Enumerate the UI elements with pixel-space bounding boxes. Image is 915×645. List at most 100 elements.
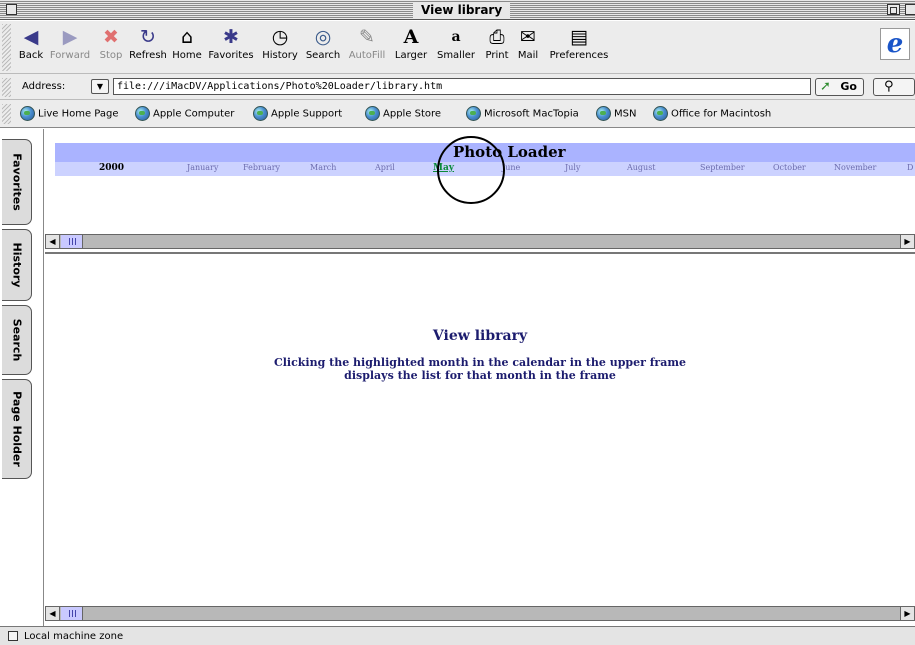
history-icon: ◷ [271, 26, 289, 48]
scroll-left-arrow-icon[interactable]: ◀ [46, 607, 60, 620]
mail-button[interactable]: ✉ Mail [515, 26, 541, 61]
globe-icon [253, 106, 268, 121]
upper-horizontal-scrollbar[interactable]: ◀ ▶ [45, 234, 915, 249]
button-toolbar: ◀ Back ▶ Forward ✖ Stop ↻ Refresh ⌂ Home… [0, 21, 915, 74]
window-title: View library [413, 2, 511, 18]
status-bar: Local machine zone [0, 626, 915, 645]
close-box[interactable] [6, 4, 17, 15]
favorite-link[interactable]: MSN [596, 106, 636, 121]
chevron-down-icon: ▼ [96, 82, 104, 91]
month-december-partial: D [907, 163, 914, 172]
favorite-link[interactable]: Microsoft MacTopia [466, 106, 579, 121]
favorite-link[interactable]: Apple Computer [135, 106, 234, 121]
lower-horizontal-scrollbar[interactable]: ◀ ▶ [45, 606, 915, 621]
internet-explorer-logo-icon[interactable]: e [880, 28, 910, 60]
scroll-left-arrow-icon[interactable]: ◀ [46, 235, 60, 248]
browser-chrome: ◀ Back ▶ Forward ✖ Stop ↻ Refresh ⌂ Home… [0, 21, 915, 128]
search-button[interactable]: ◎ Search [303, 26, 343, 61]
go-label: Go [840, 80, 857, 93]
highlight-circle [437, 136, 505, 204]
month-july: July [565, 163, 581, 172]
smaller-label: Smaller [436, 50, 476, 61]
preferences-button[interactable]: ▤ Preferences [546, 26, 612, 61]
month-october: October [773, 163, 806, 172]
scroll-right-arrow-icon[interactable]: ▶ [900, 235, 914, 248]
month-august: August [627, 163, 656, 172]
favorites-button[interactable]: ✱ Favorites [205, 26, 257, 61]
status-zone-text: Local machine zone [24, 631, 124, 642]
scroll-right-arrow-icon[interactable]: ▶ [900, 607, 914, 620]
magnifier-icon: ⚲ [884, 79, 894, 94]
refresh-label: Refresh [129, 50, 167, 61]
content-frame: View library Clicking the highlighted mo… [45, 252, 915, 626]
history-label: History [262, 50, 298, 61]
larger-button[interactable]: A Larger [391, 26, 431, 61]
month-april: April [375, 163, 395, 172]
content-heading: View library [432, 328, 528, 344]
favorite-label: Live Home Page [38, 108, 119, 120]
smaller-button[interactable]: a Smaller [434, 26, 478, 61]
favorite-link[interactable]: Apple Store [365, 106, 441, 121]
favorites-bar: Live Home Page Apple Computer Apple Supp… [0, 101, 915, 127]
month-february: February [243, 163, 281, 172]
mail-icon: ✉ [520, 26, 536, 48]
tab-history-label: History [10, 242, 23, 288]
tab-search-label: Search [10, 318, 23, 362]
print-label: Print [485, 50, 509, 61]
stop-icon: ✖ [103, 26, 119, 48]
month-november: November [834, 163, 877, 172]
back-label: Back [18, 50, 44, 61]
month-january: January [187, 163, 219, 172]
globe-icon [596, 106, 611, 121]
stop-button[interactable]: ✖ Stop [96, 26, 126, 61]
larger-text-icon: A [403, 26, 419, 48]
scroll-thumb[interactable] [61, 607, 83, 620]
autofill-icon: ✎ [359, 26, 375, 48]
collapse-box[interactable] [905, 4, 915, 15]
tab-favorites[interactable]: Favorites [2, 139, 32, 225]
forward-arrow-icon: ▶ [62, 26, 78, 48]
print-button[interactable]: ⎙ Print [481, 26, 513, 61]
preferences-icon: ▤ [570, 26, 588, 48]
back-button[interactable]: ◀ Back [16, 26, 46, 61]
scroll-thumb[interactable] [61, 235, 83, 248]
forward-label: Forward [49, 50, 91, 61]
forward-button[interactable]: ▶ Forward [49, 26, 91, 61]
history-button[interactable]: ◷ History [260, 26, 300, 61]
favorite-link[interactable]: Apple Support [253, 106, 342, 121]
address-bar: Address: ▼ file:///iMacDV/Applications/P… [0, 75, 915, 100]
home-label: Home [172, 50, 202, 61]
address-grip[interactable] [2, 78, 11, 97]
favorite-label: MSN [614, 108, 637, 120]
preferences-label: Preferences [549, 50, 609, 61]
tab-history[interactable]: History [2, 229, 32, 301]
larger-label: Larger [394, 50, 428, 61]
tab-search[interactable]: Search [2, 305, 32, 375]
favorite-label: Microsoft MacTopia [484, 108, 579, 120]
year-label: 2000 [99, 163, 125, 173]
address-input[interactable]: file:///iMacDV/Applications/Photo%20Load… [113, 78, 811, 95]
refresh-button[interactable]: ↻ Refresh [128, 26, 168, 61]
favorite-link[interactable]: Office for Macintosh [653, 106, 771, 121]
toolbar-grip[interactable] [2, 24, 11, 71]
title-bar: View library [0, 0, 915, 20]
favorite-label: Apple Support [271, 108, 343, 120]
globe-icon [653, 106, 668, 121]
favorites-grip[interactable] [2, 104, 11, 124]
tab-page-holder[interactable]: Page Holder [2, 379, 32, 479]
autofill-label: AutoFill [348, 50, 386, 61]
tab-page-holder-label: Page Holder [10, 391, 23, 467]
favorite-label: Office for Macintosh [671, 108, 772, 120]
search-options-button[interactable]: ⚲ [873, 78, 915, 96]
content-description: Clicking the highlighted month in the ca… [45, 356, 915, 382]
address-dropdown-button[interactable]: ▼ [91, 79, 109, 94]
search-label: Search [305, 50, 341, 61]
month-september: September [700, 163, 745, 172]
globe-icon [466, 106, 481, 121]
explorer-bar: Favorites History Search Page Holder [0, 129, 44, 626]
go-button[interactable]: ➚ Go [815, 78, 864, 96]
autofill-button[interactable]: ✎ AutoFill [346, 26, 388, 61]
zoom-box[interactable] [887, 4, 900, 15]
favorite-link[interactable]: Live Home Page [20, 106, 119, 121]
home-button[interactable]: ⌂ Home [171, 26, 203, 61]
